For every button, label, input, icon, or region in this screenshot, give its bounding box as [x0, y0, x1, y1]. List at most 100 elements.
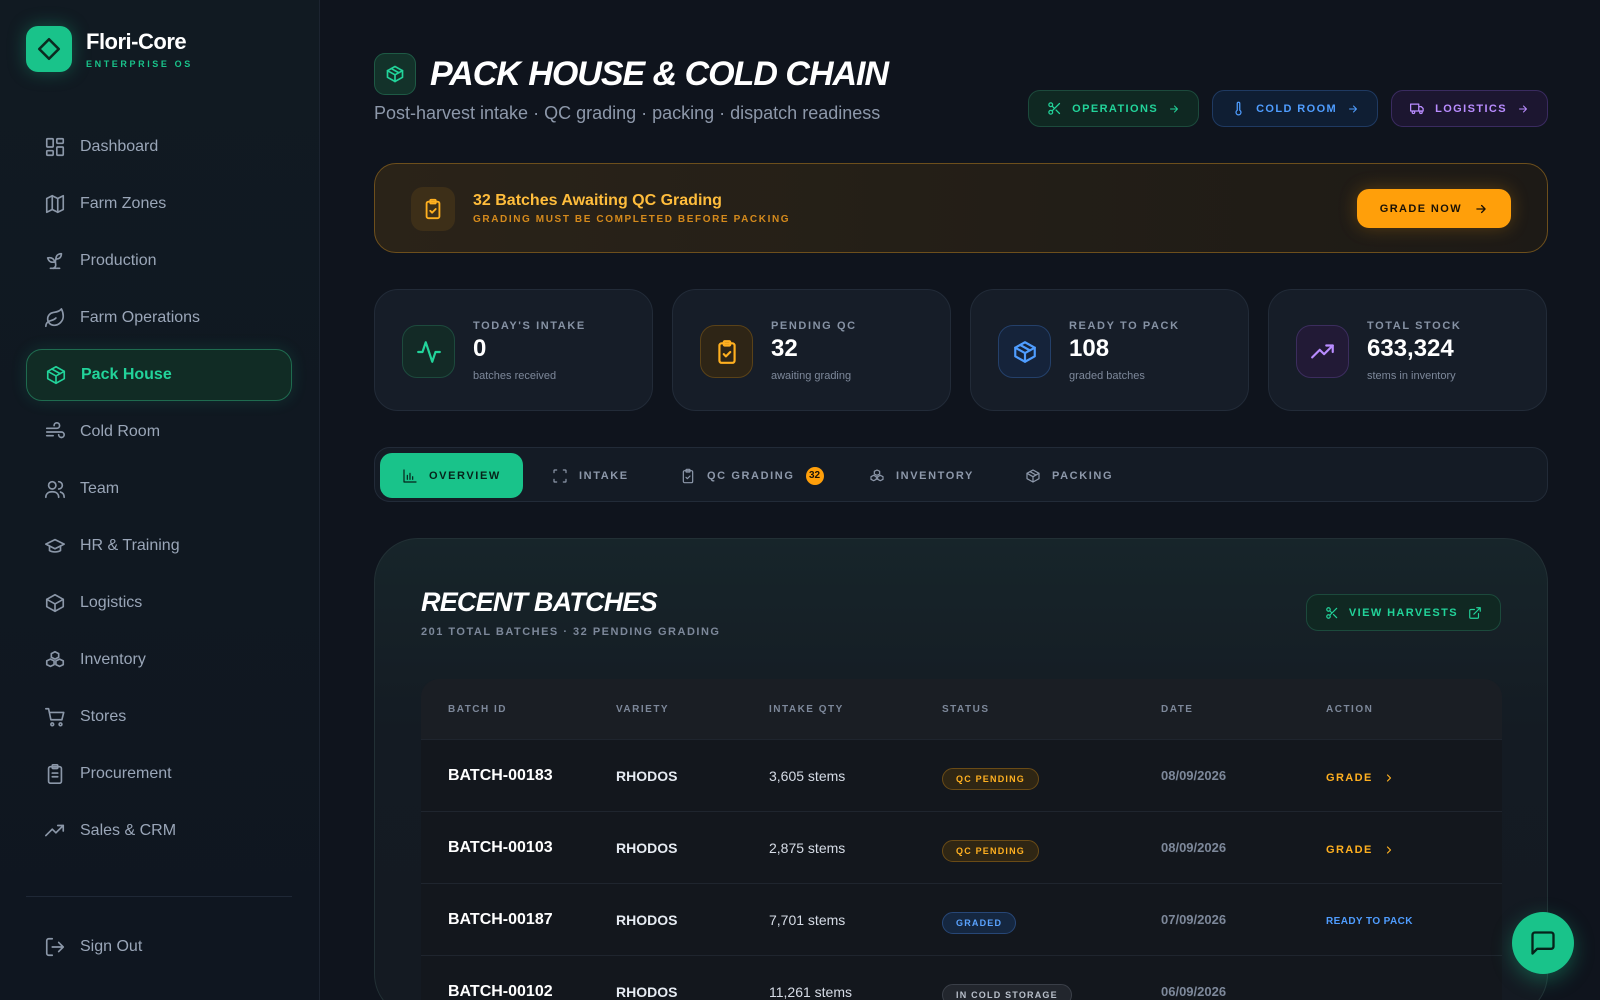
clipboard-check-icon — [700, 325, 753, 378]
tab-overview[interactable]: OVERVIEW — [380, 453, 523, 498]
clipboard-check-icon — [682, 468, 694, 483]
sidebar-item-procurement[interactable]: Procurement — [26, 748, 292, 800]
arrow-right-icon — [1519, 105, 1527, 112]
ready-to-pack-status[interactable]: READY TO PACK — [1326, 916, 1502, 927]
status-badge: IN COLD STORAGE — [942, 983, 1072, 1000]
leaf-icon — [45, 308, 65, 328]
sidebar-item-inventory[interactable]: Inventory — [26, 634, 292, 686]
tab-label: INTAKE — [579, 469, 629, 482]
message-square-icon — [1531, 931, 1555, 955]
main-content: PACK HOUSE & COLD CHAIN Post-harvest int… — [374, 0, 1548, 1000]
status-badge: QC PENDING — [942, 767, 1040, 790]
grade-action-button[interactable]: GRADE — [1326, 772, 1502, 784]
sidebar-item-team[interactable]: Team — [26, 463, 292, 515]
brand-name: Flori-Core — [86, 29, 187, 54]
recent-batches-panel: RECENT BATCHES 201 TOTAL BATCHES · 32 PE… — [374, 538, 1548, 1000]
chat-button[interactable] — [1512, 912, 1574, 974]
cold-room-button[interactable]: COLD ROOM — [1212, 90, 1379, 127]
table-row[interactable]: BATCH-00183 RHODOS 3,605 stems QC PENDIN… — [421, 739, 1502, 811]
log-out-icon — [45, 937, 65, 957]
stat-note: stems in inventory — [1367, 370, 1456, 382]
column-header[interactable]: INTAKE QTY — [769, 704, 942, 715]
pack-house-tabs: OVERVIEW INTAKE QC GRADING 32 INVENTORY … — [374, 447, 1548, 502]
batches-table: BATCH ID VARIETY INTAKE QTY STATUS DATE … — [421, 679, 1502, 1000]
batch-id: BATCH-00102 — [448, 982, 553, 1000]
view-harvests-button[interactable]: VIEW HARVESTS — [1305, 594, 1501, 631]
tab-qc-grading[interactable]: QC GRADING 32 — [658, 453, 846, 498]
batch-id: BATCH-00187 — [448, 910, 553, 928]
table-row[interactable]: BATCH-00102 RHODOS 11,261 stems IN COLD … — [421, 955, 1502, 1000]
column-header[interactable]: BATCH ID — [421, 704, 616, 715]
sidebar-item-cold-room[interactable]: Cold Room — [26, 406, 292, 458]
logistics-label: LOGISTICS — [1435, 102, 1507, 115]
qc-alert-banner: 32 Batches Awaiting QC Grading GRADING M… — [374, 163, 1548, 253]
box-icon — [45, 593, 65, 613]
arrow-right-icon — [1170, 105, 1179, 112]
grade-action-button[interactable]: GRADE — [1326, 844, 1502, 856]
batch-variety: RHODOS — [616, 767, 678, 784]
sidebar-item-production[interactable]: Production — [26, 235, 292, 287]
thermometer-icon — [1235, 101, 1242, 116]
brand[interactable]: Flori-Core ENTERPRISE OS — [26, 26, 193, 72]
logistics-button[interactable]: LOGISTICS — [1391, 90, 1548, 127]
sidebar-item-label: Farm Operations — [80, 309, 201, 326]
tab-inventory[interactable]: INVENTORY — [847, 453, 996, 498]
package-icon — [998, 325, 1051, 378]
sidebar-item-farm-operations[interactable]: Farm Operations — [26, 292, 292, 344]
status-badge: GRADED — [942, 911, 1017, 934]
column-header[interactable]: DATE — [1161, 704, 1326, 715]
alert-subtitle: GRADING MUST BE COMPLETED BEFORE PACKING — [473, 214, 791, 225]
sidebar-nav: Dashboard Farm Zones Production Farm Ope… — [26, 121, 292, 862]
alert-title: 32 Batches Awaiting QC Grading — [473, 192, 722, 209]
wind-icon — [45, 422, 65, 439]
stat-card-pending-qc[interactable]: PENDING QC 32 awaiting grading — [672, 289, 951, 411]
trending-up-icon — [45, 824, 65, 837]
column-header[interactable]: ACTION — [1326, 704, 1502, 715]
sidebar-item-sales-crm[interactable]: Sales & CRM — [26, 805, 292, 857]
page-package-icon — [374, 53, 416, 95]
sidebar-item-dashboard[interactable]: Dashboard — [26, 121, 292, 173]
stat-value: 108 — [1069, 335, 1110, 362]
table-row[interactable]: BATCH-00103 RHODOS 2,875 stems QC PENDIN… — [421, 811, 1502, 883]
cart-icon — [45, 707, 65, 727]
map-icon — [45, 194, 65, 214]
truck-icon — [1410, 103, 1424, 115]
tab-intake[interactable]: INTAKE — [530, 453, 651, 498]
stat-card-total-stock[interactable]: TOTAL STOCK 633,324 stems in inventory — [1268, 289, 1547, 411]
column-header[interactable]: VARIETY — [616, 704, 769, 715]
tab-label: QC GRADING — [707, 469, 795, 482]
page-title: PACK HOUSE & COLD CHAIN — [430, 55, 889, 93]
sidebar-item-pack-house[interactable]: Pack House — [26, 349, 292, 401]
tab-label: INVENTORY — [896, 469, 974, 482]
stat-note: awaiting grading — [771, 370, 852, 382]
stat-card-ready-to-pack[interactable]: READY TO PACK 108 graded batches — [970, 289, 1249, 411]
sidebar-divider — [26, 896, 292, 897]
action-label: GRADE — [1326, 771, 1373, 784]
sign-out-label: Sign Out — [80, 938, 143, 955]
tab-packing[interactable]: PACKING — [1003, 453, 1135, 498]
sidebar-item-label: HR & Training — [80, 537, 180, 554]
activity-icon — [402, 325, 455, 378]
batch-date: 08/09/2026 — [1161, 768, 1227, 783]
operations-button[interactable]: OPERATIONS — [1028, 90, 1200, 127]
arrow-right-icon — [1476, 204, 1486, 213]
operations-label: OPERATIONS — [1072, 102, 1159, 115]
sign-out-button[interactable]: Sign Out — [44, 936, 142, 958]
sidebar-item-label: Logistics — [80, 594, 143, 611]
brand-logo-icon — [26, 26, 72, 72]
grade-now-button[interactable]: GRADE NOW — [1356, 189, 1511, 228]
batch-variety: RHODOS — [616, 839, 678, 856]
column-header[interactable]: STATUS — [942, 704, 1161, 715]
package-icon — [1026, 468, 1040, 483]
stat-card-todays-intake[interactable]: TODAY'S INTAKE 0 batches received — [374, 289, 653, 411]
sidebar-item-farm-zones[interactable]: Farm Zones — [26, 178, 292, 230]
sidebar-item-label: Cold Room — [80, 423, 161, 440]
sidebar-item-label: Dashboard — [80, 138, 159, 155]
sidebar-item-logistics[interactable]: Logistics — [26, 577, 292, 629]
sidebar-item-stores[interactable]: Stores — [26, 691, 292, 743]
tab-label: OVERVIEW — [429, 469, 501, 482]
trending-up-icon — [1296, 325, 1349, 378]
stat-label: TODAY'S INTAKE — [473, 320, 586, 332]
table-row[interactable]: BATCH-00187 RHODOS 7,701 stems GRADED 07… — [421, 883, 1502, 955]
sidebar-item-hr-training[interactable]: HR & Training — [26, 520, 292, 572]
